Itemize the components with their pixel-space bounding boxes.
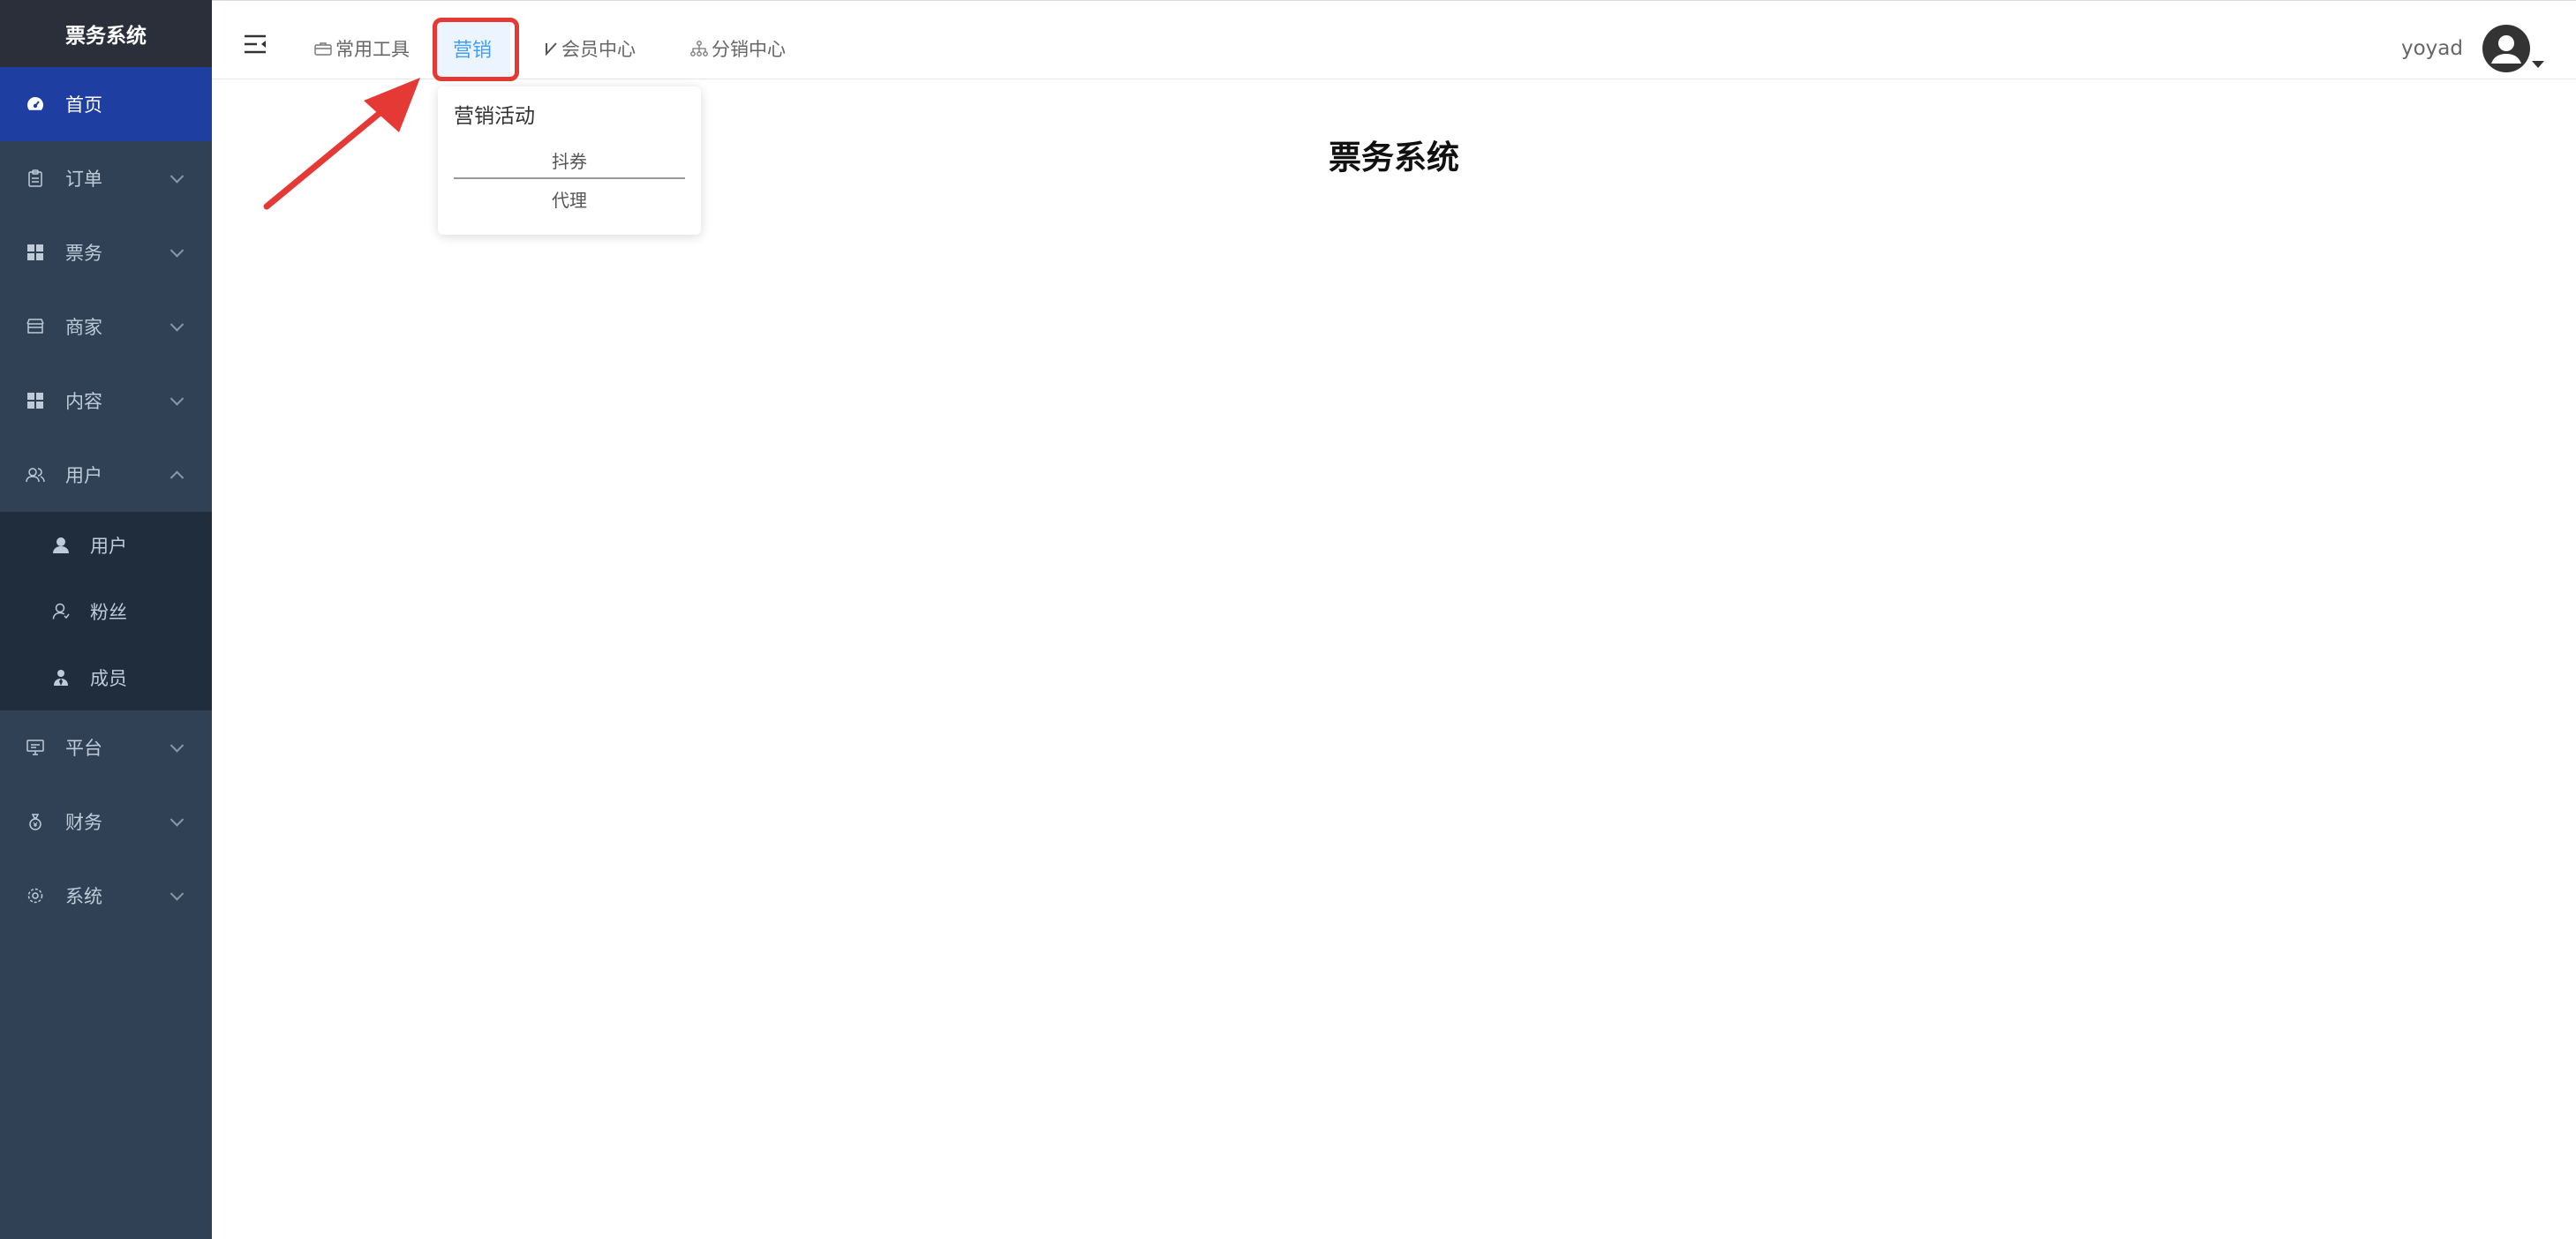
sidebar-item-system[interactable]: 系统 — [0, 859, 212, 933]
check-icon — [546, 41, 558, 56]
caret-down-icon[interactable] — [2532, 61, 2544, 68]
chevron-down-icon — [169, 739, 185, 753]
grid-icon — [25, 242, 46, 263]
grid-icon — [25, 390, 46, 411]
sidebar-item-label: 用户 — [65, 465, 102, 486]
sidebar-item-label: 票务 — [65, 243, 102, 264]
shop-icon — [25, 316, 46, 337]
sidebar-item-merchants[interactable]: 商家 — [0, 289, 212, 364]
sidebar-item-label: 系统 — [65, 886, 102, 907]
chevron-up-icon — [169, 470, 185, 485]
person-icon — [51, 536, 71, 555]
tab-label: 会员中心 — [561, 39, 636, 60]
org-tree-icon — [690, 41, 708, 56]
avatar[interactable] — [2482, 25, 2530, 72]
person-outline-icon — [51, 602, 71, 621]
sidebar-brand: 票务系统 — [0, 0, 212, 67]
money-bag-icon — [25, 811, 46, 832]
chevron-down-icon — [169, 392, 185, 406]
annotation-highlight-box — [433, 18, 519, 81]
sidebar: 票务系统 首页 订单 票务 商家 内容 用户 用户 粉丝 成员 平台 财务 系统 — [0, 0, 212, 1239]
submenu-item-fans[interactable]: 粉丝 — [0, 578, 212, 644]
member-icon — [51, 668, 71, 687]
submenu-item-label: 用户 — [90, 535, 127, 557]
monitor-icon — [25, 737, 46, 758]
sidebar-item-content[interactable]: 内容 — [0, 364, 212, 438]
tab-common-tools[interactable]: 常用工具 — [314, 22, 410, 75]
menu-toggle-icon[interactable] — [244, 34, 267, 54]
tab-distribution-center[interactable]: 分销中心 — [690, 22, 786, 75]
tab-member-center[interactable]: 会员中心 — [546, 22, 636, 75]
toolbox-icon — [314, 41, 332, 56]
chevron-down-icon — [169, 813, 185, 827]
username: yoyad — [2401, 37, 2463, 60]
submenu-item-label: 成员 — [90, 667, 127, 689]
chevron-down-icon — [169, 318, 185, 332]
sidebar-item-label: 财务 — [65, 812, 102, 833]
chevron-down-icon — [169, 244, 185, 258]
submenu-item-label: 粉丝 — [90, 601, 127, 623]
user-menu[interactable]: yoyad — [2401, 22, 2530, 75]
sidebar-item-users[interactable]: 用户 — [0, 438, 212, 512]
sidebar-item-platform[interactable]: 平台 — [0, 710, 212, 785]
sidebar-item-finance[interactable]: 财务 — [0, 785, 212, 859]
users-submenu: 用户 粉丝 成员 — [0, 512, 212, 710]
tab-label: 常用工具 — [335, 39, 410, 60]
chevron-down-icon — [169, 887, 185, 901]
tab-label: 分销中心 — [712, 39, 786, 60]
gear-icon — [25, 885, 46, 906]
dropdown-group-title: 营销活动 — [454, 105, 535, 128]
sidebar-item-label: 内容 — [65, 391, 102, 412]
page-title: 票务系统 — [1329, 139, 1459, 176]
submenu-item-user[interactable]: 用户 — [0, 512, 212, 578]
submenu-item-members[interactable]: 成员 — [0, 644, 212, 710]
users-icon — [25, 464, 46, 485]
top-navbar: 常用工具 营销 会员中心 分销中心 yoyad — [212, 0, 2576, 79]
sidebar-item-label: 商家 — [65, 317, 102, 338]
sidebar-item-tickets[interactable]: 票务 — [0, 215, 212, 289]
sidebar-item-label: 首页 — [65, 94, 102, 116]
dashboard-icon — [25, 94, 46, 115]
dropdown-item-agent[interactable]: 代理 — [454, 181, 685, 216]
sidebar-item-label: 平台 — [65, 738, 102, 759]
